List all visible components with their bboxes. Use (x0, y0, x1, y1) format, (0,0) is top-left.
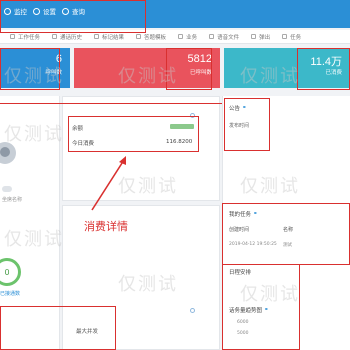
toolbar-label: 任务 (290, 34, 302, 41)
ring-caption: 已接通数 (0, 291, 21, 297)
toolbar-item[interactable]: 弹出 (251, 33, 270, 41)
template-icon (136, 34, 142, 39)
history-icon (52, 34, 58, 39)
status-pill (2, 186, 12, 192)
popup-icon (251, 34, 257, 39)
toolbar-item[interactable]: 任务 (282, 33, 301, 41)
voice-icon (209, 34, 215, 39)
highlight-box-tasks (222, 203, 350, 265)
highlight-box-notice (224, 98, 270, 151)
agent-name-label: 坐席名称 (2, 197, 23, 203)
toolbar-item[interactable]: 业务 (178, 33, 197, 41)
tag-icon (94, 34, 100, 39)
task-icon (10, 34, 15, 39)
toolbar-label: 通话历史 (60, 34, 83, 41)
toolbar-label: 业务 (186, 34, 198, 41)
refresh-icon[interactable] (190, 308, 195, 313)
highlight-box-consumption (68, 116, 199, 152)
list-icon (282, 34, 288, 39)
highlight-box-card2 (166, 48, 212, 90)
highlight-line (0, 103, 222, 108)
highlight-box-card1 (0, 48, 60, 90)
annotation-text: 消费详情 (84, 220, 128, 233)
toolbar-label: 语音文件 (217, 34, 240, 41)
toolbar-item[interactable]: 语音文件 (209, 33, 239, 41)
toolbar-item[interactable]: 答题模板 (136, 33, 166, 41)
toolbar-label: 工作任务 (18, 34, 41, 41)
ring-value: 0 (4, 267, 10, 277)
business-icon (178, 34, 184, 39)
highlight-box-card3 (297, 48, 350, 90)
highlight-box-schedule (222, 264, 300, 350)
toolbar-label: 答题模板 (144, 34, 167, 41)
toolbar-label: 弹出 (259, 34, 271, 41)
toolbar-item[interactable]: 工作任务 (10, 33, 40, 41)
highlight-box-topnav (0, 0, 146, 33)
highlight-box-bottom (0, 306, 116, 350)
toolbar-item[interactable]: 标记结果 (94, 33, 124, 41)
annotation-arrow (91, 156, 126, 211)
toolbar-item[interactable]: 通话历史 (52, 33, 82, 41)
toolbar-label: 标记结果 (102, 34, 125, 41)
